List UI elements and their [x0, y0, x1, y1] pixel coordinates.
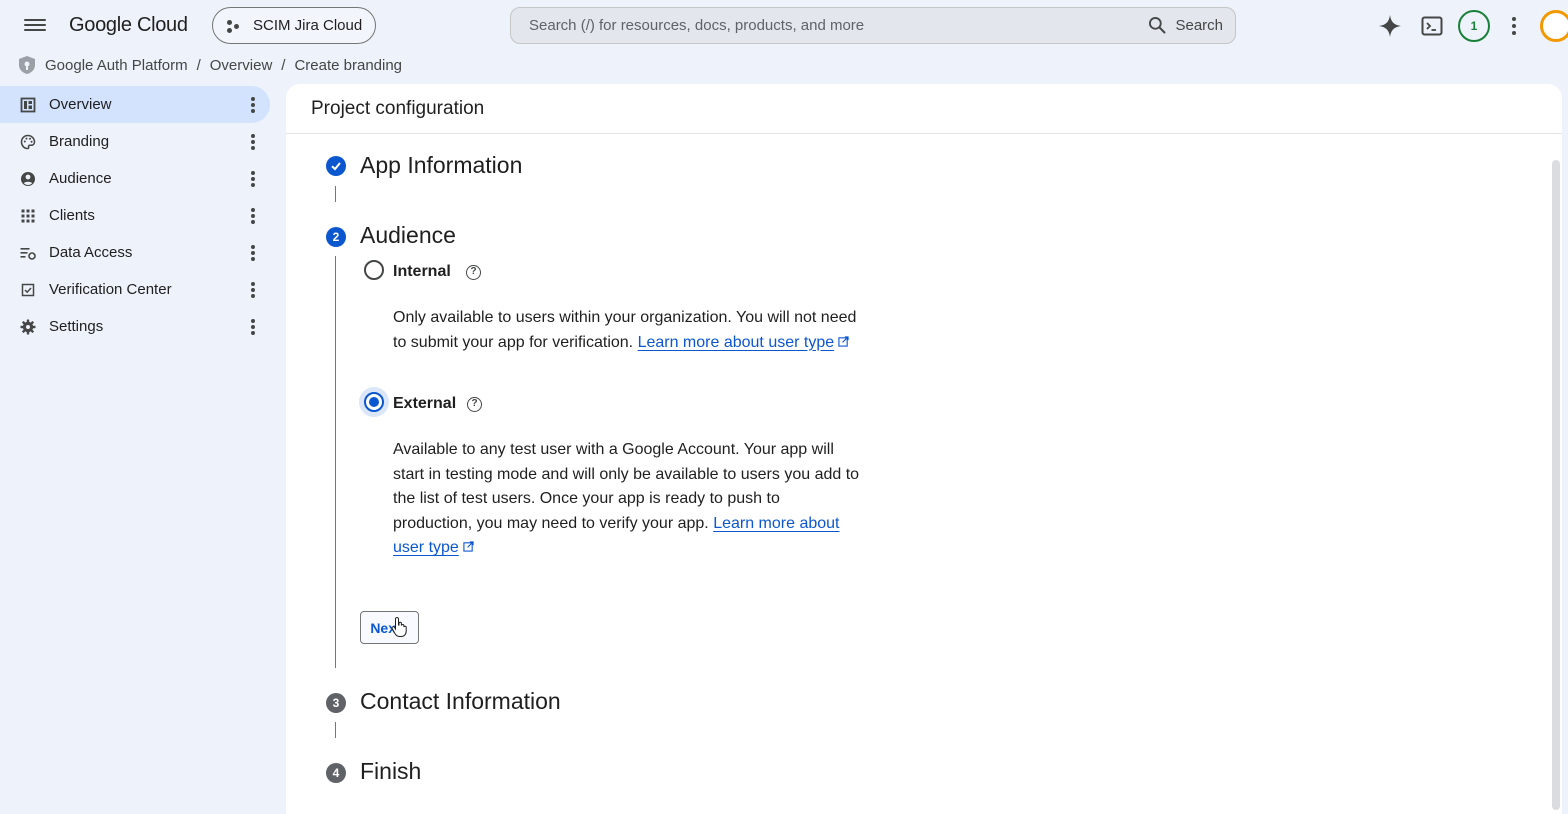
person-circle-icon [21, 172, 35, 186]
step-title-audience[interactable]: Audience [360, 222, 456, 249]
terminal-icon [1421, 16, 1443, 36]
step-title-finish[interactable]: Finish [360, 758, 421, 785]
search-button-label: Search [1175, 16, 1223, 34]
breadcrumb-separator: / [281, 56, 286, 74]
scrollbar[interactable] [1552, 160, 1560, 810]
data-settings-icon [20, 248, 36, 260]
more-options-button[interactable] [1500, 8, 1528, 44]
project-picker-button[interactable]: SCIM Jira Cloud [212, 7, 376, 44]
project-dots-icon [227, 18, 243, 34]
external-radio[interactable] [364, 392, 384, 412]
dashboard-icon [20, 97, 36, 113]
more-vert-icon[interactable] [247, 317, 259, 337]
more-vert-icon[interactable] [247, 132, 259, 152]
search-bar[interactable]: Search [510, 7, 1236, 44]
notification-count-badge: 1 [1458, 10, 1490, 42]
sidebar: Overview Branding Audience Clients Data … [0, 86, 278, 345]
next-button[interactable]: Next [360, 611, 419, 644]
account-button[interactable] [1536, 8, 1568, 44]
more-vert-icon[interactable] [247, 95, 259, 115]
sidebar-item-verification-center[interactable]: Verification Center [0, 271, 270, 308]
sidebar-item-audience[interactable]: Audience [0, 160, 270, 197]
project-name: SCIM Jira Cloud [253, 17, 363, 34]
sidebar-item-label: Overview [49, 96, 112, 113]
notifications-button[interactable]: 1 [1456, 8, 1492, 44]
internal-radio[interactable] [364, 260, 384, 280]
step-connector [335, 722, 336, 738]
step-number-badge: 3 [326, 693, 346, 713]
cloud-shell-button[interactable] [1414, 8, 1450, 44]
gear-icon [20, 319, 36, 335]
breadcrumb-current: Create branding [294, 56, 403, 74]
external-description: Available to any test user with a Google… [393, 438, 863, 561]
shield-icon [19, 56, 35, 74]
step-title-app-information[interactable]: App Information [360, 152, 522, 179]
sidebar-item-branding[interactable]: Branding [0, 123, 270, 160]
sidebar-item-data-access[interactable]: Data Access [0, 234, 270, 271]
sidebar-item-label: Audience [49, 170, 112, 187]
sidebar-item-label: Settings [49, 318, 104, 335]
search-button[interactable]: Search [1147, 15, 1223, 35]
sidebar-item-label: Branding [49, 133, 110, 150]
more-vert-icon[interactable] [247, 280, 259, 300]
more-vert-icon[interactable] [247, 206, 259, 226]
google-cloud-logo[interactable]: Google Cloud [69, 14, 188, 37]
step-title-contact-information[interactable]: Contact Information [360, 688, 561, 715]
sidebar-item-label: Data Access [49, 244, 133, 261]
help-icon[interactable]: ? [466, 265, 481, 280]
breadcrumb-separator: / [196, 56, 201, 74]
step-complete-check-icon [326, 156, 346, 176]
palette-icon [20, 134, 36, 150]
learn-more-link-text: Learn more about user type [637, 333, 835, 351]
checklist-icon [21, 283, 35, 297]
apps-grid-icon [21, 209, 35, 223]
breadcrumb: Google Auth Platform / Overview / Create… [18, 54, 402, 76]
page-title: Project configuration [286, 84, 1562, 134]
more-vert-icon[interactable] [247, 169, 259, 189]
search-input[interactable] [511, 8, 1131, 43]
search-icon [1149, 17, 1166, 34]
learn-more-user-type-link[interactable]: Learn more about user type [638, 334, 850, 351]
external-label[interactable]: External [393, 395, 456, 413]
sidebar-item-clients[interactable]: Clients [0, 197, 270, 234]
more-vert-icon[interactable] [247, 243, 259, 263]
internal-label[interactable]: Internal [393, 263, 451, 281]
internal-description: Only available to users within your orga… [393, 306, 863, 355]
top-bar: Google Cloud SCIM Jira Cloud Search 1 [0, 0, 1568, 52]
sidebar-item-label: Clients [49, 207, 95, 224]
step-number-badge: 2 [326, 227, 346, 247]
help-icon[interactable]: ? [467, 397, 482, 412]
gemini-button[interactable] [1372, 8, 1408, 44]
more-vert-icon [1512, 17, 1516, 35]
sidebar-item-label: Verification Center [49, 281, 172, 298]
main-menu-icon[interactable] [24, 16, 46, 36]
sidebar-item-overview[interactable]: Overview [0, 86, 270, 123]
breadcrumb-overview[interactable]: Overview [210, 57, 273, 74]
sidebar-item-settings[interactable]: Settings [0, 308, 270, 345]
external-link-icon [463, 541, 474, 553]
account-avatar [1540, 10, 1568, 42]
step-number-badge: 4 [326, 763, 346, 783]
external-link-icon [838, 335, 849, 347]
step-connector [335, 256, 336, 668]
gemini-sparkle-icon [1379, 15, 1401, 37]
step-connector [335, 186, 336, 202]
breadcrumb-auth-platform[interactable]: Google Auth Platform [45, 57, 188, 74]
main-panel: Project configuration App Information 2 … [286, 84, 1562, 814]
